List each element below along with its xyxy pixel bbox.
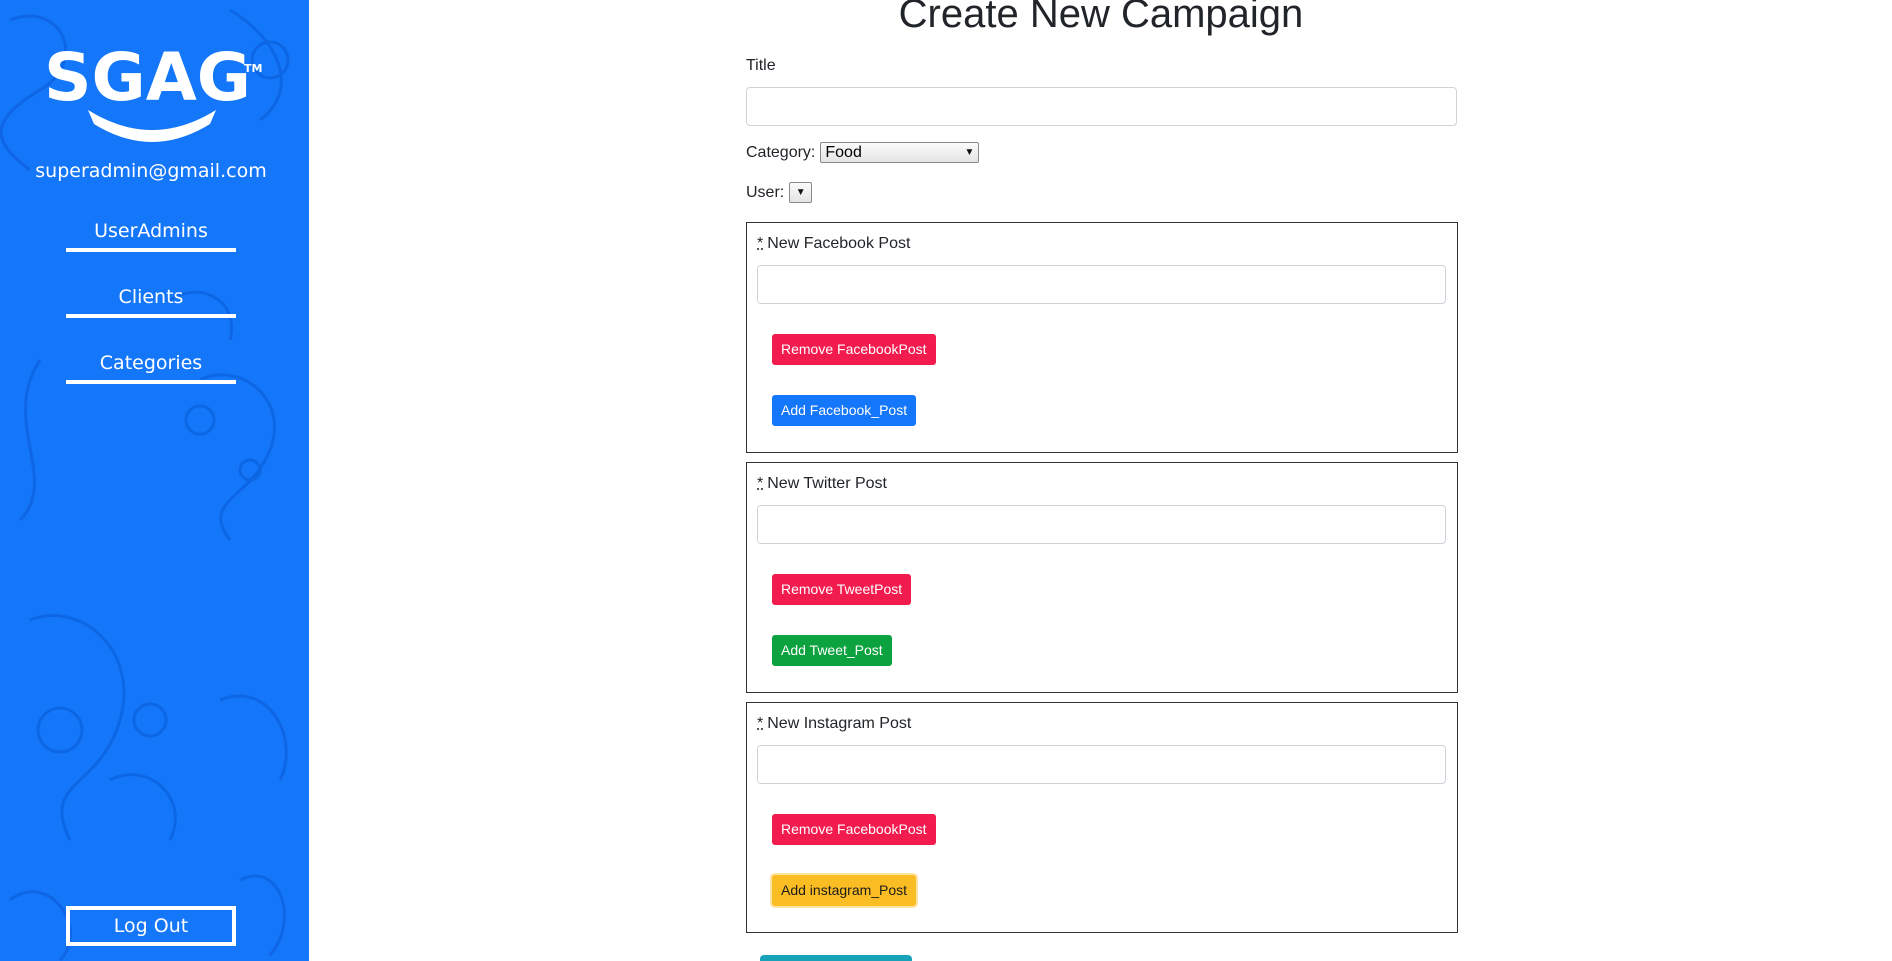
category-row: Category: Food ▼: [746, 142, 980, 163]
required-marker: *: [757, 235, 764, 252]
title-input[interactable]: [746, 87, 1457, 126]
logout-button[interactable]: Log Out: [66, 906, 236, 946]
user-select[interactable]: ▼: [789, 182, 813, 203]
facebook-post-input[interactable]: [757, 265, 1446, 304]
doodle-background: [0, 8, 290, 961]
instagram-post-section: * New Instagram Post Remove FacebookPost …: [746, 702, 1458, 933]
chevron-down-icon: ▼: [964, 147, 975, 158]
twitter-post-label-text: New Twitter Post: [767, 475, 887, 492]
title-label: Title: [746, 57, 776, 74]
svg-text:TM: TM: [244, 62, 262, 75]
instagram-post-label-text: New Instagram Post: [767, 715, 912, 732]
instagram-post-label: * New Instagram Post: [757, 715, 911, 733]
nav-item-clients[interactable]: Clients: [66, 280, 236, 318]
user-email: superadmin@gmail.com: [35, 160, 267, 182]
add-tweet-post-button[interactable]: Add Tweet_Post: [772, 635, 892, 666]
category-selected-value: Food: [825, 143, 862, 161]
twitter-post-section: * New Twitter Post Remove TweetPost Add T…: [746, 462, 1458, 693]
add-instagram-post-button[interactable]: Add instagram_Post: [772, 875, 917, 906]
sgag-logo: SGAG TM: [44, 39, 262, 142]
submit-button-partial[interactable]: [760, 955, 912, 961]
page-title: Create New Campaign: [898, 0, 1304, 36]
required-marker: *: [757, 475, 764, 492]
chevron-down-icon: ▼: [795, 187, 806, 198]
user-row: User: ▼: [746, 182, 813, 203]
twitter-post-label: * New Twitter Post: [757, 475, 887, 493]
remove-tweet-post-button[interactable]: Remove TweetPost: [772, 574, 912, 605]
category-select[interactable]: Food ▼: [820, 142, 980, 163]
remove-instagram-post-button[interactable]: Remove FacebookPost: [772, 814, 936, 845]
svg-text:SGAG: SGAG: [44, 39, 251, 116]
nav-item-useradmins[interactable]: UserAdmins: [66, 214, 236, 252]
category-label: Category:: [746, 143, 816, 161]
user-label: User:: [746, 183, 785, 201]
facebook-post-label-text: New Facebook Post: [767, 235, 911, 252]
sidebar: SGAG TM superadmin@gmail.com UserAdmins …: [0, 0, 309, 961]
add-facebook-post-button[interactable]: Add Facebook_Post: [772, 395, 917, 426]
facebook-post-label: * New Facebook Post: [757, 235, 910, 253]
required-marker: *: [757, 715, 764, 732]
facebook-post-section: * New Facebook Post Remove FacebookPost A…: [746, 222, 1458, 453]
twitter-post-input[interactable]: [757, 505, 1446, 544]
remove-facebook-post-button[interactable]: Remove FacebookPost: [772, 334, 936, 365]
instagram-post-input[interactable]: [757, 745, 1446, 784]
nav-item-categories[interactable]: Categories: [66, 346, 236, 384]
